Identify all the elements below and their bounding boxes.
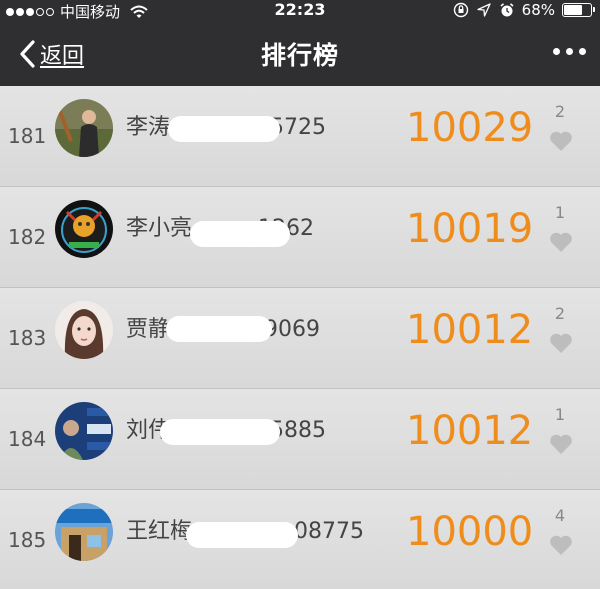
redaction-mask	[168, 116, 280, 142]
navigation-bar: 返回 排行榜	[0, 24, 600, 86]
player-name: 贾静	[126, 317, 171, 342]
battery-icon	[562, 3, 595, 17]
player-name: 李涛	[126, 115, 171, 140]
ranking-row[interactable]: 184 刘伟 5885 10012 1	[0, 389, 600, 490]
heart-icon[interactable]	[549, 231, 573, 253]
heart-icon[interactable]	[549, 534, 573, 556]
like-count: 1	[554, 203, 566, 222]
score: 10012	[406, 408, 534, 454]
like-count: 1	[554, 405, 566, 424]
rank-number: 184	[8, 427, 47, 451]
redaction-mask	[186, 522, 298, 548]
orientation-lock-icon	[453, 2, 468, 18]
location-icon	[477, 3, 491, 17]
ranking-row[interactable]: 181 李涛 5725 10029 2	[0, 86, 600, 187]
more-dot-icon	[579, 48, 586, 55]
battery-percent: 68%	[521, 1, 555, 19]
redaction-mask	[160, 419, 280, 445]
avatar	[55, 200, 113, 258]
avatar	[55, 99, 113, 157]
redaction-mask	[190, 221, 290, 247]
phone-tail: 08775	[294, 519, 365, 544]
avatar	[55, 301, 113, 359]
avatar	[55, 503, 113, 561]
rank-number: 183	[8, 326, 47, 350]
more-dot-icon	[553, 48, 560, 55]
heart-icon[interactable]	[549, 433, 573, 455]
ranking-row[interactable]: 185 王红梅 08775 10000 4	[0, 490, 600, 589]
like-count: 2	[554, 304, 566, 323]
more-dot-icon	[566, 48, 573, 55]
score: 10029	[406, 105, 534, 151]
rank-number: 185	[8, 528, 47, 552]
score: 10012	[406, 307, 534, 353]
rank-number: 182	[8, 225, 47, 249]
score: 10000	[406, 509, 534, 555]
player-name: 李小亮	[126, 216, 193, 241]
ranking-list: 181 李涛 5725 10029 2 182 李小亮 10019 1 183 …	[0, 86, 600, 589]
status-bar: 中国移动 22:23 68%	[0, 0, 600, 21]
status-right: 68%	[453, 1, 595, 19]
app-header: 中国移动 22:23 68% 返回 排行榜	[0, 0, 600, 86]
ranking-row[interactable]: 182 李小亮1262 10019 1	[0, 187, 600, 288]
alarm-icon	[500, 3, 514, 17]
ranking-row[interactable]: 183 贾静 39069 10012 2	[0, 288, 600, 389]
heart-icon[interactable]	[549, 130, 573, 152]
heart-icon[interactable]	[549, 332, 573, 354]
page-title: 排行榜	[260, 41, 339, 70]
rank-number: 181	[8, 124, 47, 148]
like-count: 2	[554, 102, 566, 121]
score: 10019	[406, 206, 534, 252]
more-options-button[interactable]	[551, 42, 588, 61]
redaction-mask	[166, 316, 272, 342]
avatar	[55, 402, 113, 460]
player-name: 王红梅	[126, 519, 193, 544]
like-count: 4	[554, 506, 566, 525]
